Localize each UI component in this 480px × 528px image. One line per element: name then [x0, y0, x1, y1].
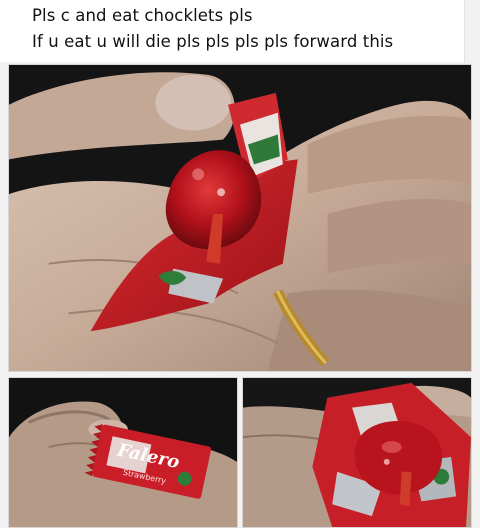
bottom-left-photo-image: Falero Strawberry	[9, 378, 237, 527]
caption-line-2: If u eat u will die pls pls pls pls forw…	[32, 32, 394, 51]
post-caption: Pls c and eat chocklets pls If u eat u w…	[0, 0, 465, 62]
bottom-right-photo-image	[243, 378, 471, 527]
bottom-left-photo[interactable]: Falero Strawberry	[8, 377, 238, 528]
main-photo[interactable]	[8, 64, 472, 372]
caption-line-1: Pls c and eat chocklets pls	[32, 6, 253, 25]
main-photo-image	[9, 65, 471, 371]
bottom-right-photo[interactable]	[242, 377, 472, 528]
social-post: Pls c and eat chocklets pls If u eat u w…	[0, 0, 480, 528]
